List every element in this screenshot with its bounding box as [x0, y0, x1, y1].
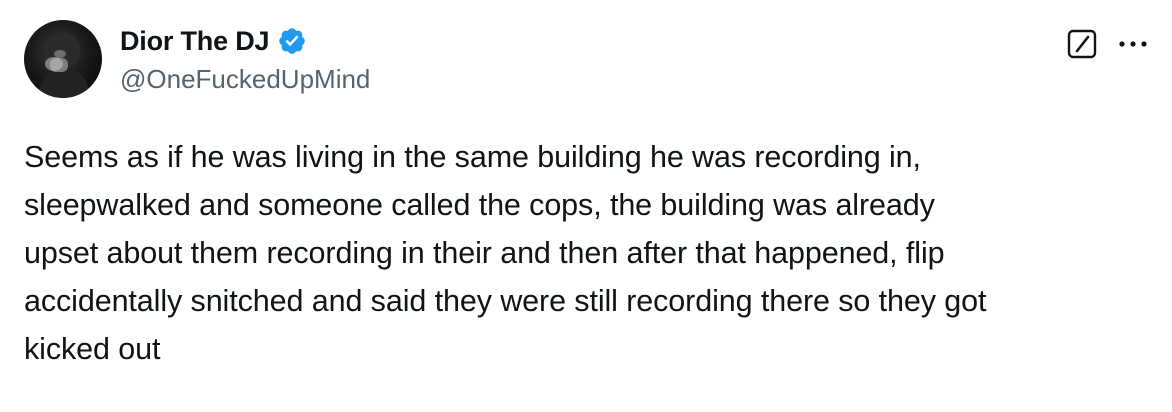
edit-icon[interactable]: [1066, 28, 1098, 60]
post-text: Seems as if he was living in the same bu…: [24, 140, 987, 366]
tweet-card: Dior The DJ @OneFuckedUpMind Seems as if…: [0, 0, 1172, 412]
profile-photo-icon: [38, 32, 90, 98]
more-options-icon[interactable]: [1116, 30, 1150, 58]
verified-badge-icon[interactable]: [277, 26, 307, 56]
avatar[interactable]: [24, 20, 102, 98]
author-name-row: Dior The DJ: [120, 22, 307, 60]
author-handle[interactable]: @OneFuckedUpMind: [120, 64, 370, 95]
author-display-name[interactable]: Dior The DJ: [120, 26, 270, 57]
